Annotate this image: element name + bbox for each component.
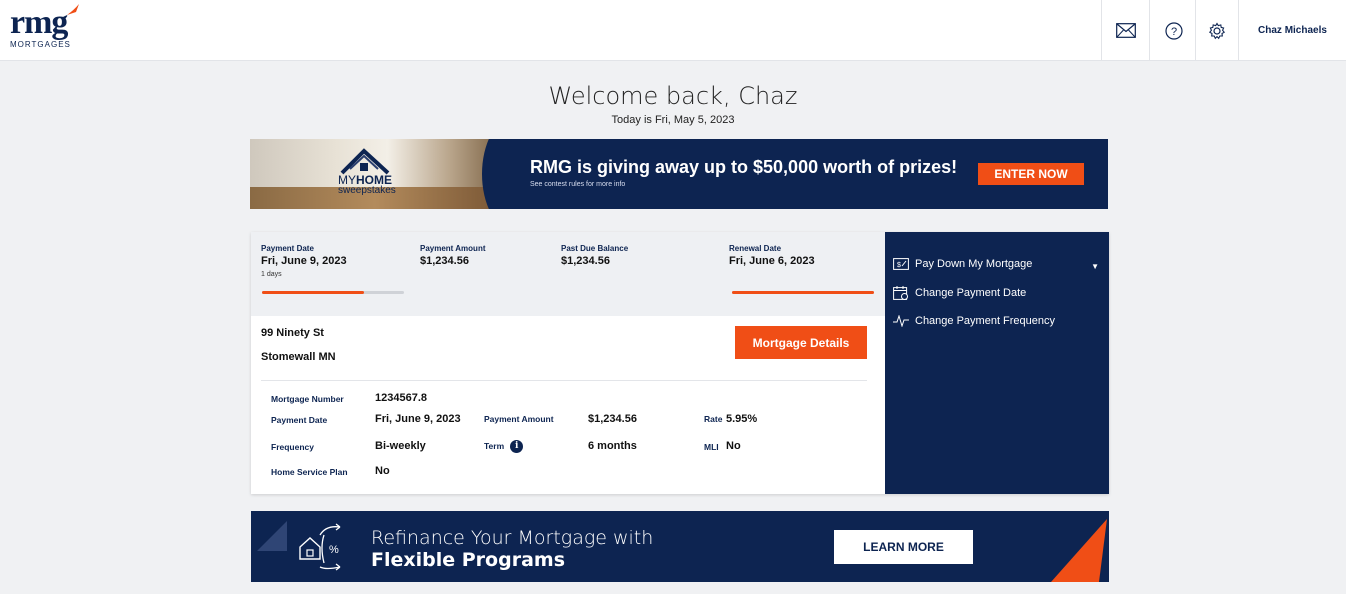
frequency-value: Bi-weekly xyxy=(375,440,426,452)
mli-value: No xyxy=(726,440,741,452)
payment-amount-stat: Payment Amount $1,234.56 xyxy=(420,244,486,267)
rmg-logo[interactable]: rmg MORTGAGES xyxy=(10,4,79,49)
rate-value: 5.95% xyxy=(726,413,758,425)
logo-swoosh-icon xyxy=(67,4,79,15)
user-menu[interactable]: Chaz Michaels xyxy=(1238,0,1346,61)
refinance-banner: % Refinance Your Mortgage with Flexible … xyxy=(251,511,1109,582)
logo-subtext: MORTGAGES xyxy=(10,40,71,49)
cheque-icon: $ xyxy=(893,258,909,270)
mail-icon xyxy=(1115,23,1136,38)
term-label-wrap: Term i xyxy=(484,440,524,453)
svg-text:%: % xyxy=(329,544,339,556)
pay-down-mortgage-link[interactable]: $ Pay Down My Mortgage xyxy=(893,258,1032,270)
renewal-progress xyxy=(732,291,874,294)
svg-text:?: ? xyxy=(1170,26,1176,38)
rate-label: Rate xyxy=(704,414,723,424)
payment-date-stat: Payment Date Fri, June 9, 2023 1 days xyxy=(261,244,347,278)
term-value: 6 months xyxy=(588,440,637,452)
detail-payment-date-value: Fri, June 9, 2023 xyxy=(375,413,461,425)
property-address-line1: 99 Ninety St xyxy=(261,327,324,339)
detail-payment-amount-value: $1,234.56 xyxy=(588,413,637,425)
refinance-title-line2: Flexible Programs xyxy=(371,549,566,571)
pay-down-mortgage-label: Pay Down My Mortgage xyxy=(915,258,1033,270)
mortgage-number-label: Mortgage Number xyxy=(271,394,344,404)
payment-date-label: Payment Date xyxy=(261,244,314,253)
promo-title: RMG is giving away up to $50,000 worth o… xyxy=(530,157,958,177)
help-button[interactable]: ? xyxy=(1149,0,1197,61)
frequency-label: Frequency xyxy=(271,442,314,452)
chevron-down-icon[interactable]: ▼ xyxy=(1091,262,1099,271)
decorative-triangle-left xyxy=(257,521,287,551)
promo-subtitle: See contest rules for more info xyxy=(530,181,626,188)
payment-amount-label: Payment Amount xyxy=(420,244,486,253)
property-address-line2: Stomewall MN xyxy=(261,351,336,363)
payment-days-remaining: 1 days xyxy=(261,271,282,278)
mail-button[interactable] xyxy=(1101,0,1149,61)
renewal-date-stat: Renewal Date Fri, June 6, 2023 xyxy=(729,244,815,267)
sweepstakes-banner: MYHOME sweepstakes RMG is giving away up… xyxy=(250,139,1108,209)
refinance-title-line1: Refinance Your Mortgage with xyxy=(371,527,654,549)
mli-label: MLI xyxy=(704,442,719,452)
payment-date-progress-fill xyxy=(262,291,365,294)
svg-text:$: $ xyxy=(897,262,901,269)
mortgage-details-button[interactable]: Mortgage Details xyxy=(735,326,867,359)
detail-payment-amount-label: Payment Amount xyxy=(484,414,554,424)
pulse-icon xyxy=(893,315,909,327)
quick-actions-panel: $ Pay Down My Mortgage ▼ Change Payment … xyxy=(885,232,1109,494)
promo-logo-text: MYHOME sweepstakes xyxy=(338,174,396,196)
change-payment-frequency-label: Change Payment Frequency xyxy=(915,315,1056,327)
renewal-date-label: Renewal Date xyxy=(729,244,782,253)
past-due-value: $1,234.56 xyxy=(561,255,610,267)
info-icon[interactable]: i xyxy=(510,440,524,453)
calendar-icon xyxy=(893,286,908,300)
refinance-house-percent-icon: % xyxy=(299,523,341,571)
mortgage-card: Payment Date Fri, June 9, 2023 1 days Pa… xyxy=(251,232,1109,494)
gear-icon xyxy=(1208,21,1226,39)
renewal-progress-fill xyxy=(732,291,874,294)
decorative-triangle-right xyxy=(1051,519,1107,582)
change-payment-frequency-link[interactable]: Change Payment Frequency xyxy=(893,315,1055,327)
card-divider xyxy=(261,380,867,381)
payment-date-progress xyxy=(262,291,404,294)
change-payment-date-link[interactable]: Change Payment Date xyxy=(893,286,1026,300)
renewal-date-value: Fri, June 6, 2023 xyxy=(729,255,815,267)
mortgage-number-value: 1234567.8 xyxy=(375,392,427,404)
past-due-label: Past Due Balance xyxy=(561,244,629,253)
promo-logo-sweepstakes: sweepstakes xyxy=(338,185,396,196)
payment-summary: Payment Date Fri, June 9, 2023 1 days Pa… xyxy=(251,232,885,316)
payment-date-value: Fri, June 9, 2023 xyxy=(261,255,347,267)
enter-now-button[interactable]: ENTER NOW xyxy=(978,163,1084,185)
home-service-plan-value: No xyxy=(375,465,390,477)
welcome-title: Welcome back, Chaz xyxy=(548,82,798,110)
learn-more-button[interactable]: LEARN MORE xyxy=(834,530,973,564)
change-payment-date-label: Change Payment Date xyxy=(915,287,1027,299)
detail-payment-date-label: Payment Date xyxy=(271,415,328,425)
term-label: Term xyxy=(484,440,505,451)
past-due-stat: Past Due Balance $1,234.56 xyxy=(561,244,628,267)
top-header: rmg MORTGAGES ? Chaz Michaels xyxy=(0,0,1346,61)
home-service-plan-label: Home Service Plan xyxy=(271,467,348,477)
settings-button[interactable] xyxy=(1195,0,1238,61)
logo-text: rmg xyxy=(10,4,68,41)
today-date: Today is Fri, May 5, 2023 xyxy=(611,114,735,126)
payment-amount-value: $1,234.56 xyxy=(420,255,469,267)
help-icon: ? xyxy=(1164,21,1183,40)
